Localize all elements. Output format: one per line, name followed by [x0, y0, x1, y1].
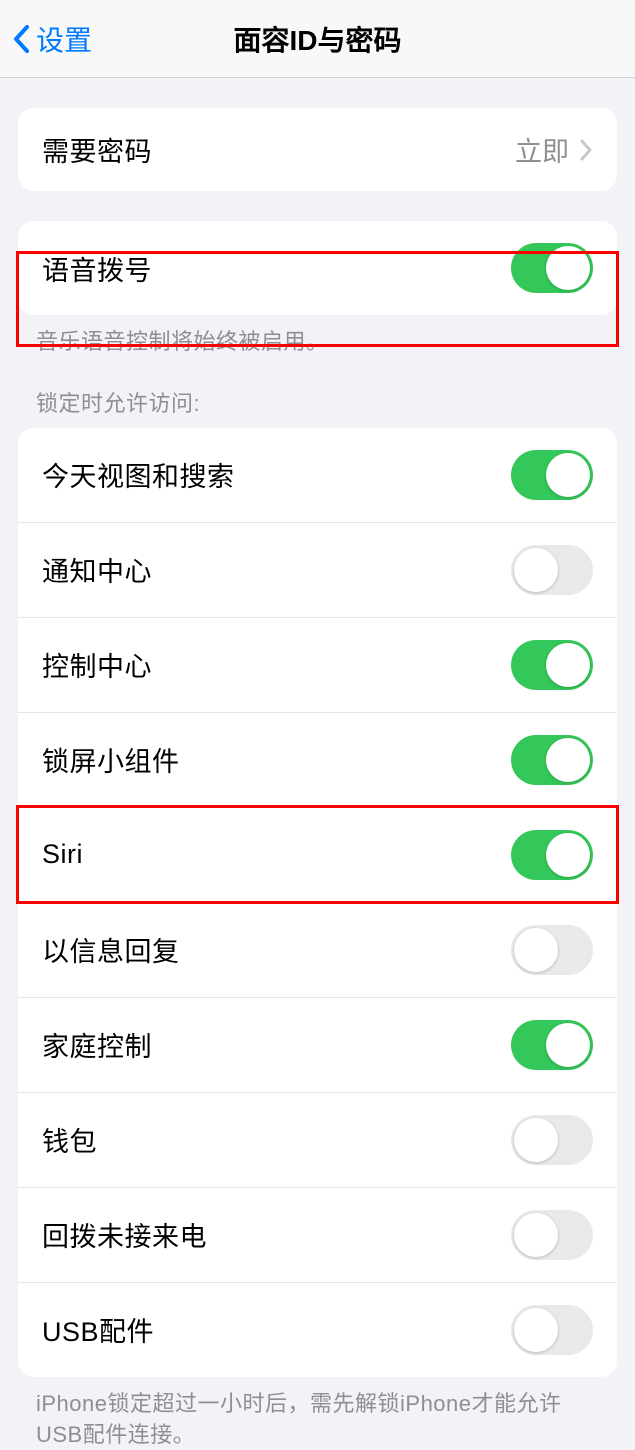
lock-access-header: 锁定时允许访问:: [36, 386, 599, 418]
lock-access-toggle[interactable]: [511, 735, 593, 785]
lock-access-toggle[interactable]: [511, 1020, 593, 1070]
chevron-right-icon: [579, 139, 593, 161]
lock-access-toggle[interactable]: [511, 450, 593, 500]
lock-access-row: 通知中心: [18, 522, 617, 617]
nav-bar: 设置 面容ID与密码: [0, 0, 635, 78]
back-label: 设置: [36, 19, 92, 59]
require-passcode-label: 需要密码: [42, 130, 152, 169]
require-passcode-value: 立即: [515, 130, 569, 169]
toggle-knob: [546, 833, 590, 877]
lock-access-toggle[interactable]: [511, 640, 593, 690]
back-button[interactable]: 设置: [0, 19, 92, 59]
lock-access-row: 控制中心: [18, 617, 617, 712]
toggle-knob: [546, 453, 590, 497]
lock-access-item-label: 通知中心: [42, 550, 152, 589]
lock-access-item-label: 家庭控制: [42, 1025, 152, 1064]
lock-access-row: 今天视图和搜索: [18, 428, 617, 522]
lock-access-toggle[interactable]: [511, 1115, 593, 1165]
toggle-knob: [514, 1118, 558, 1162]
toggle-knob: [514, 548, 558, 592]
lock-access-toggle[interactable]: [511, 925, 593, 975]
lock-access-footer: iPhone锁定超过一小时后，需先解锁iPhone才能允许USB配件连接。: [36, 1389, 599, 1450]
chevron-left-icon: [12, 24, 30, 54]
lock-access-row: 锁屏小组件: [18, 712, 617, 807]
toggle-knob: [546, 643, 590, 687]
lock-access-toggle[interactable]: [511, 545, 593, 595]
toggle-knob: [514, 928, 558, 972]
require-passcode-row[interactable]: 需要密码 立即: [18, 108, 617, 191]
lock-access-item-label: 控制中心: [42, 645, 152, 684]
lock-access-toggle[interactable]: [511, 1305, 593, 1355]
voice-dial-label: 语音拨号: [42, 249, 152, 288]
lock-access-toggle[interactable]: [511, 830, 593, 880]
lock-access-row: Siri: [18, 807, 617, 902]
lock-access-item-label: 锁屏小组件: [42, 740, 180, 779]
lock-access-item-label: USB配件: [42, 1310, 154, 1349]
lock-access-row: 家庭控制: [18, 997, 617, 1092]
lock-access-group: 今天视图和搜索通知中心控制中心锁屏小组件 Siri 以信息回复家庭控制钱包回拨未接来…: [18, 428, 617, 1377]
toggle-knob: [514, 1213, 558, 1257]
lock-access-row: USB配件: [18, 1282, 617, 1377]
passcode-group: 需要密码 立即: [18, 108, 617, 191]
page-title: 面容ID与密码: [0, 19, 635, 59]
lock-access-row: 钱包: [18, 1092, 617, 1187]
lock-access-row: 回拨未接来电: [18, 1187, 617, 1282]
toggle-knob: [546, 246, 590, 290]
lock-access-item-label: 钱包: [42, 1120, 97, 1159]
voice-dial-toggle[interactable]: [511, 243, 593, 293]
voice-dial-row: 语音拨号: [18, 221, 617, 315]
lock-access-toggle[interactable]: [511, 1210, 593, 1260]
toggle-knob: [546, 738, 590, 782]
toggle-knob: [546, 1023, 590, 1067]
lock-access-item-label: Siri: [42, 839, 83, 870]
voice-dial-footer: 音乐语音控制将始终被启用。: [36, 327, 599, 358]
voice-dial-group: 语音拨号: [18, 221, 617, 315]
lock-access-item-label: 回拨未接来电: [42, 1215, 207, 1254]
lock-access-item-label: 今天视图和搜索: [42, 455, 235, 494]
toggle-knob: [514, 1308, 558, 1352]
lock-access-row: 以信息回复: [18, 902, 617, 997]
lock-access-item-label: 以信息回复: [42, 930, 180, 969]
